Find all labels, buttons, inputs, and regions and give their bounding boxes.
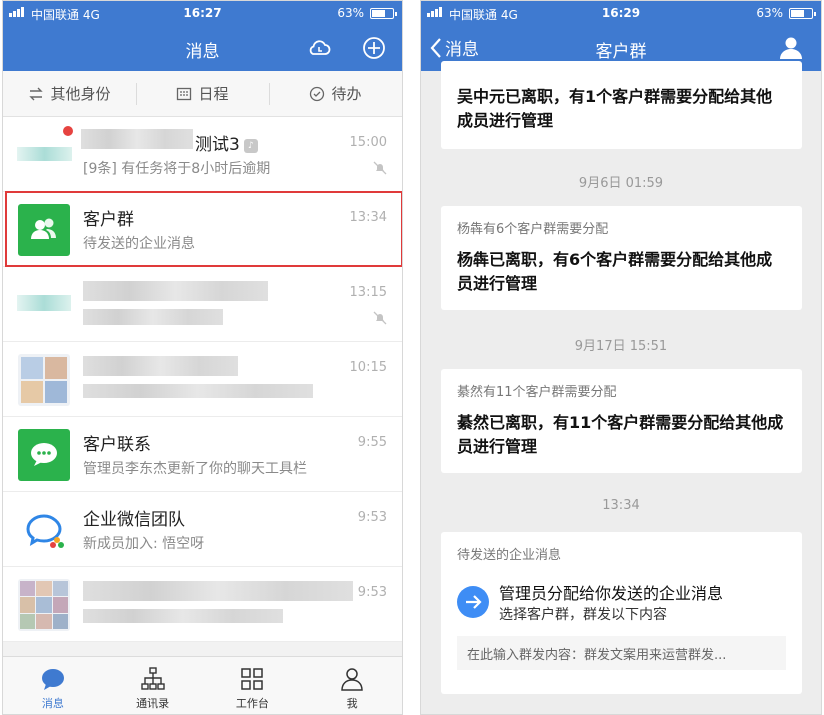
conversation-time: 9:53 (357, 510, 387, 525)
switch-identity-label: 其他身份 (50, 85, 111, 103)
check-circle-icon (310, 86, 325, 101)
battery-percent: 63% (337, 6, 364, 20)
grid-icon (241, 668, 264, 690)
quick-actions: 其他身份 日程 待办 (3, 71, 402, 117)
conversation-item[interactable]: 10:15 (3, 342, 402, 417)
chat-area: 吴中元已离职，有1个客户群需要分配给其他成员进行管理 9月6日 01:59 杨犇… (421, 61, 821, 714)
cloud-icon[interactable] (305, 34, 333, 62)
tab-messages[interactable]: 消息 (3, 657, 103, 714)
timestamp: 9月17日 15:51 (574, 339, 668, 354)
conversation-preview: 管理员李东杰更新了你的聊天工具栏 (83, 461, 307, 477)
customer-group-chat-screen: 中国联通 4G 16:29 63% 消息 客户群 吴中元已离职，有1个客户群需要… (420, 0, 822, 715)
tab-me[interactable]: 我 (302, 657, 402, 714)
conversation-time: 13:34 (349, 210, 387, 225)
people-icon (31, 218, 56, 239)
mute-bell-icon (373, 311, 387, 325)
redacted-name (81, 129, 193, 149)
conversation-item-customer-group[interactable]: 客户群 待发送的企业消息 13:34 (3, 192, 402, 267)
conversation-preview: 新成员加入: 悟空呀 (83, 536, 205, 552)
redacted-preview (83, 309, 223, 325)
tab-workbench[interactable]: 工作台 (203, 657, 303, 714)
unread-dot (63, 126, 73, 136)
switch-identity-button[interactable]: 其他身份 (3, 71, 136, 116)
message-title: 綦然有11个客户群需要分配 (457, 385, 617, 400)
conversation-time: 15:00 (349, 135, 387, 150)
tab-label: 通讯录 (136, 697, 170, 710)
redacted-name (83, 356, 238, 376)
tab-contacts[interactable]: 通讯录 (103, 657, 203, 714)
timestamp: 13:34 (602, 498, 640, 513)
page-title: 消息 (185, 42, 220, 62)
broadcast-content-preview[interactable]: 在此输入群发内容：群发文案用来运营群发... (457, 636, 786, 670)
external-tag-icon: ♪ (243, 139, 258, 153)
bottom-tab-bar: 消息 通讯录 工作台 我 (3, 656, 402, 714)
group-avatar-grid (18, 354, 70, 406)
message-title: 杨犇有6个客户群需要分配 (457, 222, 609, 237)
conversation-item-customer-contact[interactable]: 客户联系 管理员李东杰更新了你的聊天工具栏 9:55 (3, 417, 402, 492)
mute-bell-icon (373, 161, 387, 175)
conversation-item-wecom-team[interactable]: 企业微信团队 新成员加入: 悟空呀 9:53 (3, 492, 402, 567)
conversation-time: 9:55 (357, 435, 387, 450)
redacted-name (83, 581, 353, 601)
conversation-name: 企业微信团队 (83, 510, 185, 530)
message-card[interactable]: 綦然有11个客户群需要分配 綦然已离职，有11个客户群需要分配给其他成员进行管理 (441, 369, 802, 473)
conversation-list: 测试3 ♪ [9条] 有任务将于8小时后逾期 15:00 客户群 待发送的企业消息… (3, 117, 402, 642)
conversation-item[interactable]: 13:15 (3, 267, 402, 342)
message-body: 綦然已离职，有11个客户群需要分配给其他成员进行管理 (457, 413, 784, 456)
conversation-time: 10:15 (349, 360, 387, 375)
schedule-label: 日程 (198, 85, 229, 103)
avatar (17, 147, 72, 161)
navigation-bar: 消息 (3, 25, 402, 71)
wecom-logo (18, 504, 70, 556)
status-bar: 中国联通 4G 16:27 63% (3, 1, 402, 25)
tab-label: 工作台 (235, 697, 269, 710)
conversation-name: 测试3 ♪ (195, 130, 258, 155)
message-subtitle: 选择客户群，群发以下内容 (499, 607, 667, 623)
group-avatar-grid (18, 579, 70, 631)
page-title: 客户群 (595, 42, 647, 62)
conversation-time: 9:53 (357, 585, 387, 600)
add-icon[interactable] (360, 34, 388, 62)
redacted-name (83, 281, 268, 301)
tab-label: 我 (346, 697, 358, 710)
org-chart-icon (140, 667, 165, 690)
todo-label: 待办 (331, 85, 362, 103)
message-bubble-icon (41, 669, 64, 690)
conversation-name: 客户群 (83, 210, 134, 230)
conversation-preview: 待发送的企业消息 (83, 236, 195, 252)
switch-arrows-icon (29, 87, 44, 100)
pending-message-card[interactable]: 待发送的企业消息 管理员分配给你发送的企业消息 选择客户群，群发以下内容 在此输… (441, 532, 802, 694)
battery-icon (370, 8, 397, 19)
redacted-preview (83, 384, 313, 398)
tab-label: 消息 (41, 697, 64, 710)
conversation-name: 客户联系 (83, 435, 151, 455)
chat-avatar (18, 429, 70, 481)
chat-bubble-icon (31, 443, 57, 466)
battery-percent: 63% (756, 6, 783, 20)
message-heading: 管理员分配给你发送的企业消息 (499, 584, 724, 603)
profile-icon[interactable] (777, 34, 805, 62)
message-body: 杨犇已离职，有6个客户群需要分配给其他成员进行管理 (457, 250, 773, 293)
status-bar: 中国联通 4G 16:29 63% (421, 1, 821, 25)
calendar-icon (177, 87, 192, 100)
conversation-item[interactable]: 9:53 (3, 567, 402, 642)
message-title: 待发送的企业消息 (457, 548, 562, 563)
person-icon (341, 668, 363, 691)
message-list-screen: 中国联通 4G 16:27 63% 消息 其他身份 日程 待办 测试3 ♪ [9… (2, 0, 403, 715)
battery-icon (789, 8, 816, 19)
conversation-time: 13:15 (349, 285, 387, 300)
redacted-preview (83, 609, 283, 623)
message-card[interactable]: 吴中元已离职，有1个客户群需要分配给其他成员进行管理 (441, 61, 802, 149)
message-card[interactable]: 杨犇有6个客户群需要分配 杨犇已离职，有6个客户群需要分配给其他成员进行管理 (441, 206, 802, 310)
message-body: 吴中元已离职，有1个客户群需要分配给其他成员进行管理 (457, 87, 773, 130)
arrow-right-icon (457, 586, 489, 618)
timestamp: 9月6日 01:59 (578, 176, 664, 191)
schedule-button[interactable]: 日程 (136, 71, 269, 116)
group-avatar (18, 204, 70, 256)
conversation-preview: [9条] 有任务将于8小时后逾期 (83, 161, 271, 177)
wecom-logo-icon (26, 514, 64, 548)
avatar (17, 295, 71, 311)
todo-button[interactable]: 待办 (269, 71, 402, 116)
